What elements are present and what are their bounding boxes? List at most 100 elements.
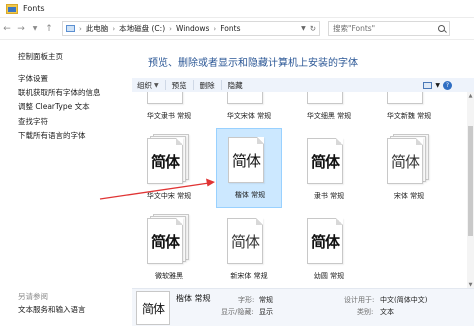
hide-button[interactable]: 隐藏 [228, 80, 243, 91]
detail-designer-value: 中文(简体中文) [380, 296, 428, 304]
font-item[interactable]: 简体 微软雅黑 [136, 210, 202, 288]
font-sample: 简体 [141, 301, 165, 316]
font-sample: 简体 [310, 232, 340, 251]
left-nav: 控制面板主页 字体设置 联机获取所有字体的信息 调整 ClearType 文本 … [0, 40, 132, 326]
font-label: 华文细黑 常规 [306, 112, 352, 120]
chevron-right-icon[interactable]: › [213, 25, 216, 33]
font-preview-page: 简体 [228, 137, 264, 183]
font-label: 华文新魏 常规 [386, 112, 432, 120]
font-label: 微软雅黑 [155, 272, 183, 280]
font-preview-page: 简体 [227, 92, 263, 104]
detail-show-hide-value: 显示 [259, 308, 273, 316]
font-thumbnail: 简体 [136, 291, 170, 325]
chevron-right-icon[interactable]: › [112, 25, 115, 33]
font-preview-page: 简体 [147, 218, 183, 264]
scroll-down-icon[interactable]: ▼ [467, 281, 474, 288]
hide-label: 隐藏 [227, 80, 243, 90]
help-icon[interactable]: ? [443, 80, 452, 90]
window-title: Fonts [23, 4, 45, 13]
vertical-scrollbar[interactable]: ▲ ▼ [467, 92, 474, 288]
search-icon[interactable] [438, 25, 445, 32]
font-item[interactable]: 简体 华文新魏 常规 [376, 92, 442, 130]
font-item[interactable]: 简体 华文隶书 常规 [136, 92, 202, 130]
details-pane: 简体 楷体 常规 字形: 常规 显示/隐藏: 显示 设计用于: 中文(简体中文)… [132, 288, 474, 326]
font-label: 华文宋体 常规 [226, 112, 272, 120]
font-sample: 简体 [230, 232, 260, 251]
font-item[interactable]: 简体 宋体 常规 [376, 130, 442, 210]
chevron-down-icon: ▼ [154, 81, 159, 89]
chevron-right-icon[interactable]: › [79, 25, 82, 33]
address-dropdown-icon[interactable]: ▼ [301, 25, 306, 32]
divider [220, 80, 222, 90]
breadcrumb-windows[interactable]: Windows [176, 24, 209, 33]
title-bar: Fonts [0, 0, 474, 18]
font-item[interactable]: 简体 新宋体 常规 [216, 210, 282, 288]
font-preview-page: 简体 [387, 138, 423, 184]
nav-control-panel-home[interactable]: 控制面板主页 [18, 51, 63, 62]
nav-cleartype[interactable]: 调整 ClearType 文本 [18, 101, 90, 112]
font-label: 华文隶书 常规 [146, 112, 192, 120]
font-preview-page: 简体 [147, 138, 183, 184]
font-item[interactable]: 简体 隶书 常规 [296, 130, 362, 210]
font-sample: 简体 [390, 152, 420, 171]
font-preview-page: 简体 [147, 92, 183, 104]
organize-button[interactable]: 组织 ▼ [137, 80, 159, 91]
breadcrumb-this-pc[interactable]: 此电脑 [86, 23, 109, 34]
font-label: 幼圆 常规 [313, 272, 345, 280]
font-grid: 简体 华文隶书 常规 简体 华文宋体 常规 简体 华文细黑 常规 简体 华文新魏… [132, 92, 467, 288]
preview-button[interactable]: 预览 [172, 80, 187, 91]
command-bar: 组织 ▼ 预览 删除 隐藏 ▼ ? [132, 78, 474, 92]
detail-font-name: 楷体 常规 [176, 294, 211, 303]
chevron-right-icon[interactable]: › [169, 25, 172, 33]
font-preview-page: 简体 [307, 138, 343, 184]
address-bar[interactable]: › 此电脑 › 本地磁盘 (C:) › Windows › Fonts ▼ ↻ [62, 21, 320, 36]
nav-online-font-info[interactable]: 联机获取所有字体的信息 [18, 87, 101, 98]
change-view-icon[interactable] [423, 81, 433, 89]
font-item[interactable]: 简体 华文细黑 常规 [296, 92, 362, 130]
forward-arrow-icon[interactable]: → [14, 22, 28, 36]
font-label: 隶书 常规 [313, 192, 345, 200]
scroll-up-icon[interactable]: ▲ [467, 92, 474, 99]
detail-category-value: 文本 [380, 308, 394, 316]
detail-style-key: 字形: [238, 296, 255, 304]
detail-show-hide-key: 显示/隐藏: [221, 308, 254, 316]
breadcrumb-local-disk[interactable]: 本地磁盘 (C:) [119, 23, 165, 34]
font-item[interactable]: 简体 华文中宋 常规 [136, 130, 202, 210]
nav-font-settings[interactable]: 字体设置 [18, 73, 48, 84]
scroll-thumb[interactable] [468, 126, 473, 236]
font-item[interactable]: 简体 幼圆 常规 [296, 210, 362, 288]
folder-icon [6, 3, 18, 14]
see-also-heading: 另请参阅 [18, 292, 48, 301]
font-item-selected[interactable]: 简体 楷体 常规 [216, 128, 282, 208]
refresh-icon[interactable]: ↻ [310, 24, 316, 33]
search-input[interactable]: 搜索"Fonts" [328, 21, 450, 36]
page-heading: 预览、删除或者显示和隐藏计算机上安装的字体 [148, 58, 358, 69]
font-sample: 简体 [310, 152, 340, 171]
delete-button[interactable]: 删除 [200, 80, 215, 91]
nav-download-fonts[interactable]: 下载所有语言的字体 [18, 130, 86, 141]
font-label: 宋体 常规 [393, 192, 425, 200]
recent-dropdown-icon[interactable]: ▼ [28, 22, 42, 36]
font-item[interactable]: 简体 华文宋体 常规 [216, 92, 282, 130]
search-placeholder: 搜索"Fonts" [333, 24, 376, 33]
font-sample: 简体 [231, 151, 261, 170]
font-label: 新宋体 常规 [230, 272, 268, 280]
font-preview-page: 简体 [307, 218, 343, 264]
divider [164, 80, 166, 90]
font-sample: 简体 [150, 152, 180, 171]
font-sample: 简体 [150, 232, 180, 251]
nav-find-character[interactable]: 查找字符 [18, 116, 48, 127]
back-arrow-icon[interactable]: ← [0, 22, 14, 36]
chevron-down-icon[interactable]: ▼ [435, 82, 440, 89]
content-area: 预览、删除或者显示和隐藏计算机上安装的字体 组织 ▼ 预览 删除 隐藏 ▼ ? … [132, 40, 474, 326]
computer-icon [66, 25, 75, 32]
font-label: 楷体 常规 [234, 191, 266, 199]
font-preview-page: 简体 [227, 218, 263, 264]
font-label: 华文中宋 常规 [146, 192, 192, 200]
detail-style-value: 常规 [259, 296, 273, 304]
breadcrumb-fonts[interactable]: Fonts [220, 24, 240, 33]
organize-label: 组织 [137, 80, 152, 90]
preview-label: 预览 [171, 80, 187, 90]
up-arrow-icon[interactable]: ↑ [42, 22, 56, 36]
nav-text-services[interactable]: 文本服务和输入语言 [18, 304, 86, 315]
